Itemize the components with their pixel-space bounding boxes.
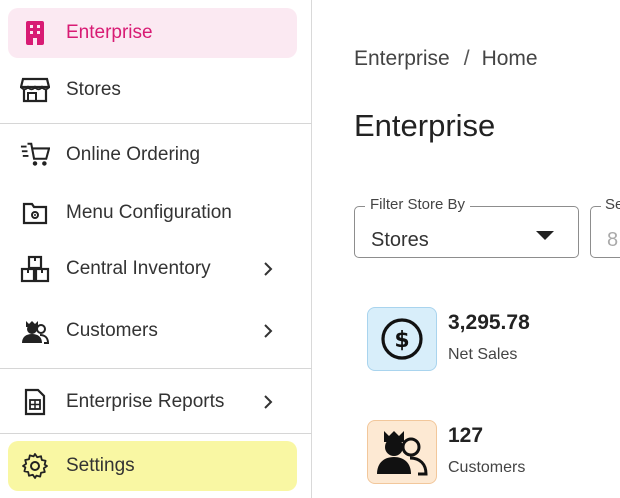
net-sales-caption: Net Sales	[448, 346, 518, 363]
sidebar-divider	[0, 368, 312, 369]
sidebar-item-label: Menu Configuration	[66, 202, 232, 223]
sidebar-item-stores[interactable]: Stores	[8, 65, 297, 115]
gear-icon	[20, 451, 50, 481]
sidebar-item-online-ordering[interactable]: Online Ordering	[8, 130, 297, 180]
second-filter-field[interactable]: Se 8	[590, 196, 620, 258]
building-icon	[20, 18, 50, 48]
main-content: Enterprise / Home Enterprise Filter Store …	[313, 0, 620, 498]
customers-card: 127 Customers	[367, 420, 607, 486]
sidebar-item-label: Settings	[66, 455, 135, 476]
sidebar-item-label: Enterprise Reports	[66, 391, 225, 412]
sidebar-item-central-inventory[interactable]: Central Inventory	[8, 244, 297, 294]
dollar-icon: $	[367, 307, 437, 371]
breadcrumb-root[interactable]: Enterprise	[354, 47, 450, 70]
customers-value: 127	[448, 424, 484, 447]
store-filter-label: Filter Store By	[365, 196, 471, 213]
sidebar-item-enterprise-reports[interactable]: Enterprise Reports	[8, 377, 297, 427]
sidebar-item-label: Online Ordering	[66, 144, 201, 165]
store-filter-value: Stores	[371, 229, 429, 251]
second-filter-value: 8	[607, 229, 619, 251]
store-filter-select[interactable]: Filter Store By Stores	[354, 196, 579, 258]
second-filter-label: Se	[601, 196, 620, 213]
store-icon	[20, 75, 50, 105]
customers-icon	[367, 420, 437, 484]
sidebar-item-customers[interactable]: Customers	[8, 306, 297, 356]
customers-caption: Customers	[448, 459, 526, 476]
page-title: Enterprise	[354, 108, 496, 143]
sidebar-item-label: Enterprise	[66, 22, 153, 43]
inventory-icon	[20, 254, 50, 284]
cart-icon	[20, 140, 50, 170]
sidebar-divider	[0, 123, 312, 124]
menu-config-icon	[20, 198, 50, 228]
sidebar-divider	[0, 433, 312, 434]
chevron-right-icon	[257, 391, 279, 413]
breadcrumb-current: Home	[481, 47, 538, 70]
sidebar: Enterprise Stores Online Ordering Menu C…	[0, 0, 312, 498]
sidebar-item-enterprise[interactable]: Enterprise	[8, 8, 297, 58]
net-sales-value: 3,295.78	[448, 311, 530, 334]
customers-icon	[20, 316, 50, 346]
svg-text:$: $	[394, 328, 409, 353]
sidebar-item-label: Central Inventory	[66, 258, 211, 279]
breadcrumb: Enterprise / Home	[354, 47, 538, 71]
chevron-right-icon	[257, 320, 279, 342]
net-sales-card: $ 3,295.78 Net Sales	[367, 307, 607, 373]
dropdown-arrow-icon	[536, 231, 554, 240]
report-icon	[20, 387, 50, 417]
breadcrumb-separator: /	[463, 47, 470, 70]
sidebar-item-label: Customers	[66, 320, 158, 341]
sidebar-item-label: Stores	[66, 79, 121, 100]
sidebar-item-menu-configuration[interactable]: Menu Configuration	[8, 188, 297, 238]
chevron-right-icon	[257, 258, 279, 280]
sidebar-item-settings[interactable]: Settings	[8, 441, 297, 491]
